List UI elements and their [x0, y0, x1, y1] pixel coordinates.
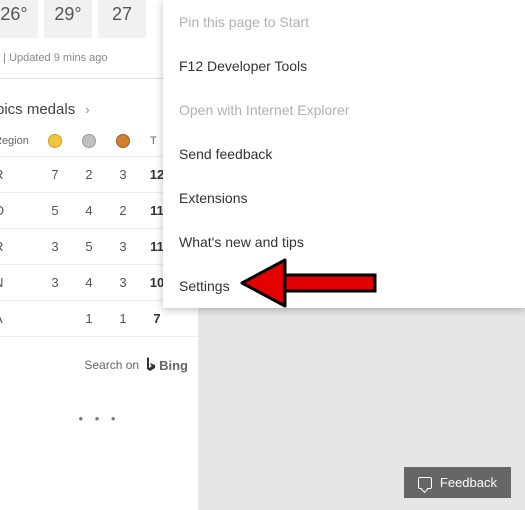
- feedback-button[interactable]: Feedback: [404, 467, 511, 498]
- region-header: Region: [0, 135, 38, 147]
- country-cell: A: [0, 311, 38, 326]
- weather-tile[interactable]: 27: [98, 0, 146, 38]
- weather-tile[interactable]: 29°: [44, 0, 92, 38]
- bronze-cell: 3: [106, 167, 140, 182]
- menu-item-settings[interactable]: Settings: [163, 264, 525, 308]
- gold-cell: 3: [38, 239, 72, 254]
- bronze-medal-icon: [116, 134, 130, 148]
- search-on-row[interactable]: Search on Bing: [0, 337, 198, 373]
- weather-tile[interactable]: 26°: [0, 0, 38, 38]
- total-cell: 7: [140, 311, 174, 326]
- search-label: Search on: [84, 358, 139, 372]
- menu-item-devtools[interactable]: F12 Developer Tools: [163, 44, 525, 88]
- menu-item-pin: Pin this page to Start: [163, 0, 525, 44]
- gold-cell: 5: [38, 203, 72, 218]
- medals-title: pics medals: [0, 101, 75, 118]
- silver-cell: 5: [72, 239, 106, 254]
- silver-cell: 4: [72, 275, 106, 290]
- menu-item-extensions[interactable]: Extensions: [163, 176, 525, 220]
- bing-icon: [145, 357, 157, 373]
- menu-item-open-ie: Open with Internet Explorer: [163, 88, 525, 132]
- country-cell: R: [0, 239, 38, 254]
- silver-cell: 1: [72, 311, 106, 326]
- feedback-label: Feedback: [440, 475, 497, 490]
- gold-cell: 3: [38, 275, 72, 290]
- gold-cell: 7: [38, 167, 72, 182]
- bronze-cell: 1: [106, 311, 140, 326]
- more-actions-menu: Pin this page to StartF12 Developer Tool…: [163, 0, 525, 308]
- bing-logo: Bing: [145, 357, 188, 373]
- menu-item-whats-new[interactable]: What's new and tips: [163, 220, 525, 264]
- silver-cell: 4: [72, 203, 106, 218]
- silver-medal-icon: [82, 134, 96, 148]
- bronze-cell: 3: [106, 239, 140, 254]
- silver-cell: 2: [72, 167, 106, 182]
- bing-text: Bing: [159, 358, 188, 373]
- chevron-right-icon: ›: [85, 102, 89, 117]
- speech-bubble-icon: [418, 477, 432, 489]
- menu-item-send-feedback[interactable]: Send feedback: [163, 132, 525, 176]
- total-header: T: [150, 135, 157, 147]
- more-dots-icon[interactable]: • • •: [0, 373, 198, 426]
- gold-medal-icon: [48, 134, 62, 148]
- country-cell: O: [0, 203, 38, 218]
- country-cell: N: [0, 275, 38, 290]
- country-cell: R: [0, 167, 38, 182]
- bronze-cell: 2: [106, 203, 140, 218]
- bronze-cell: 3: [106, 275, 140, 290]
